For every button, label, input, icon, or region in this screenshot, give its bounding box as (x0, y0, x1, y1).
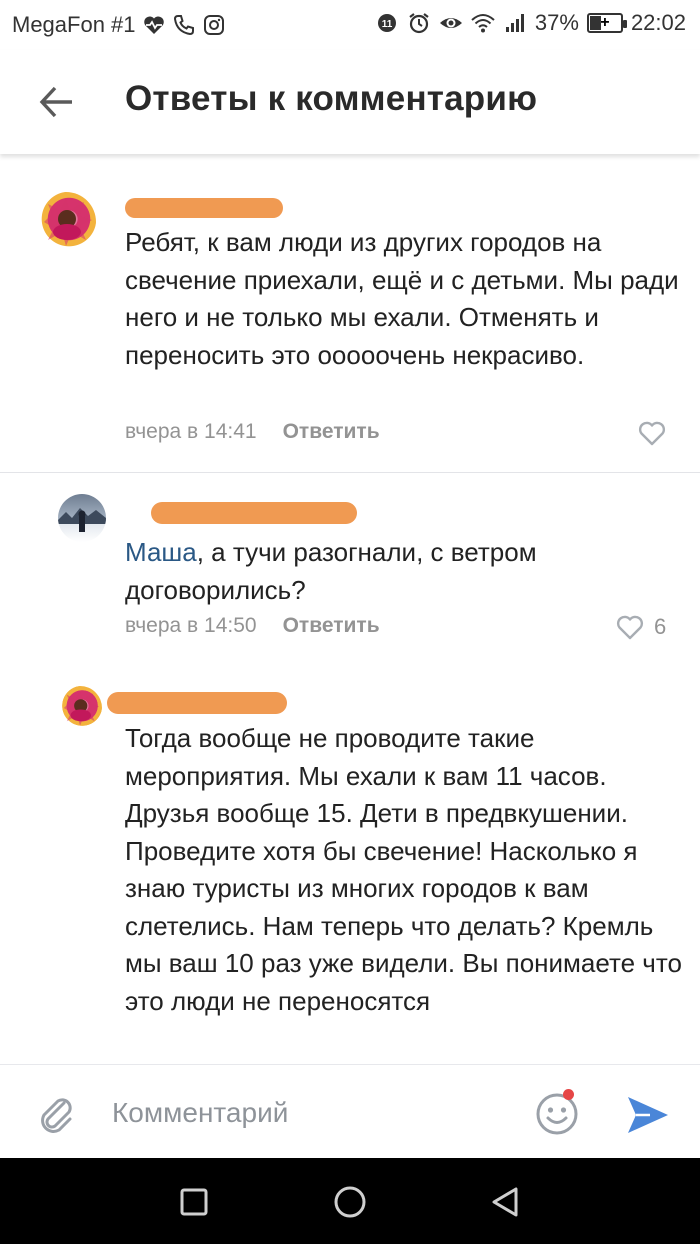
avatar-image-icon (63, 690, 100, 726)
recents-button[interactable] (174, 1182, 214, 1222)
alarm-icon (407, 11, 431, 35)
avatar[interactable] (58, 494, 106, 542)
comment-text: Тогда вообще не проводите такие мероприя… (125, 723, 682, 1016)
redaction (151, 502, 357, 524)
back-triangle-icon (492, 1187, 518, 1217)
heart-pulse-icon (142, 13, 166, 37)
page-title: Ответы к комментарию (125, 79, 538, 118)
heart-icon (638, 421, 666, 446)
status-bar-left: MegaFon #1 (12, 12, 226, 38)
emoji-button[interactable] (534, 1091, 580, 1137)
back-button[interactable] (34, 80, 78, 124)
redaction (125, 198, 283, 218)
avatar[interactable] (36, 192, 96, 252)
home-icon (334, 1186, 366, 1218)
comment-composer (0, 1064, 700, 1158)
wifi-icon (471, 11, 495, 35)
data-saver-icon: 11 (375, 11, 399, 35)
emoji-icon (536, 1093, 578, 1135)
heart-icon (616, 615, 644, 640)
comment-input[interactable] (112, 1091, 512, 1135)
comment-text: Маша, а тучи разогнали, с ветром договор… (125, 534, 685, 609)
app-header: Ответы к комментарию (0, 50, 700, 154)
notification-dot (563, 1089, 574, 1100)
comment-text: Ребят, к вам люди из других городов на с… (125, 227, 679, 370)
reply-button[interactable]: Ответить (283, 420, 380, 444)
avatar-image-icon (58, 508, 106, 532)
recents-icon (180, 1188, 208, 1216)
status-bar: MegaFon #1 11 37% + 22:02 (0, 0, 700, 50)
comment-meta: вчера в 14:41 Ответить (125, 420, 380, 444)
mention-link[interactable]: Маша (125, 537, 197, 567)
like-button[interactable] (638, 420, 666, 446)
redaction (107, 692, 287, 714)
send-button[interactable] (624, 1093, 670, 1137)
eye-icon (439, 11, 463, 35)
signal-icon (503, 11, 527, 35)
camera-icon (202, 13, 226, 37)
like-button[interactable]: 6 (616, 614, 666, 640)
battery-icon: + (586, 13, 627, 33)
comment-time: вчера в 14:50 (125, 614, 257, 637)
system-nav-bar (0, 1158, 700, 1244)
nav-back-button[interactable] (486, 1182, 526, 1222)
battery-percent: 37% (534, 10, 579, 35)
comment-time: вчера в 14:41 (125, 420, 257, 443)
divider (0, 472, 700, 473)
like-count: 6 (654, 614, 667, 639)
home-button[interactable] (330, 1182, 370, 1222)
avatar-image-icon (44, 198, 92, 246)
phone-icon (172, 13, 196, 37)
attach-button[interactable] (34, 1091, 78, 1135)
comments-feed[interactable]: Ребят, к вам люди из других городов на с… (0, 154, 700, 1064)
avatar[interactable] (58, 686, 102, 730)
carrier-name: MegaFon #1 (12, 12, 136, 37)
paperclip-icon (41, 1098, 72, 1133)
reply-button[interactable]: Ответить (283, 614, 380, 638)
arrow-left-icon (39, 86, 72, 118)
svg-text:11: 11 (382, 19, 393, 30)
comment-meta: вчера в 14:50 Ответить (125, 614, 380, 638)
clock: 22:02 (630, 10, 686, 35)
send-icon (628, 1097, 668, 1133)
status-bar-right: 11 37% + 22:02 (375, 10, 686, 36)
